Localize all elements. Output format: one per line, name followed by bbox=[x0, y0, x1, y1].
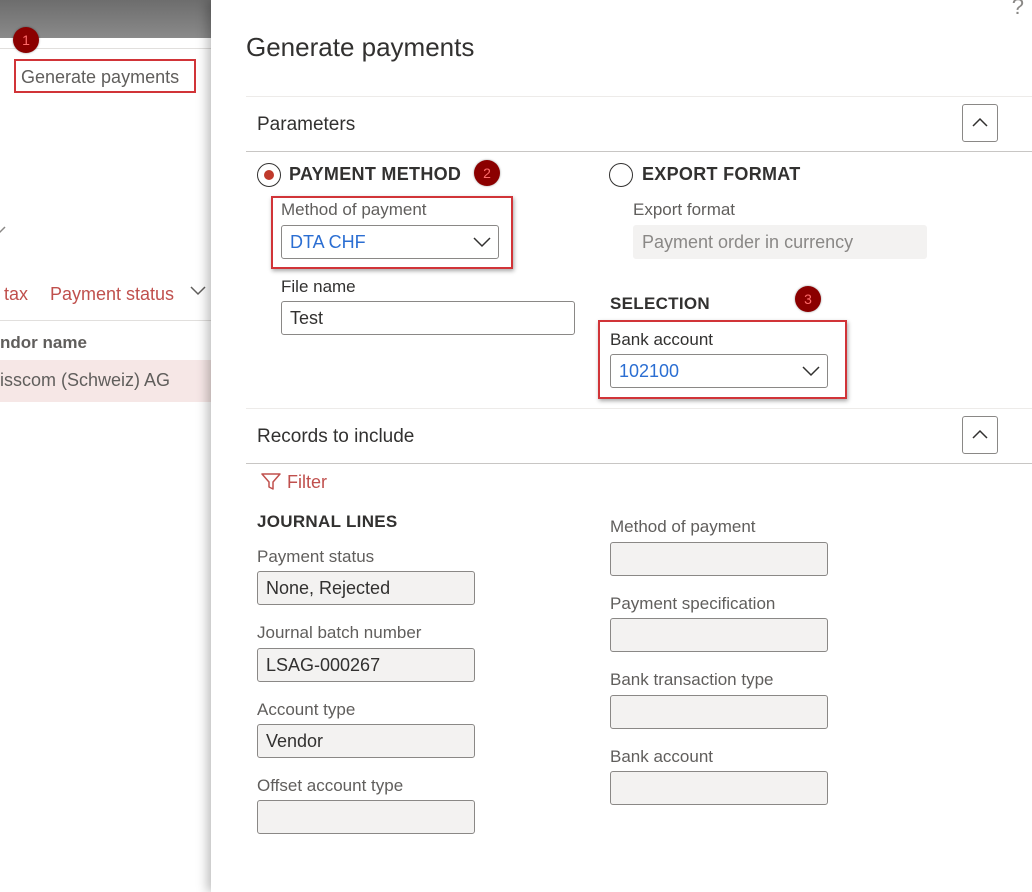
generate-payments-action[interactable]: Generate payments bbox=[14, 59, 196, 93]
column-header-tax[interactable]: tax bbox=[4, 284, 28, 305]
filter-label: Filter bbox=[287, 472, 327, 492]
section-divider bbox=[246, 408, 1032, 409]
filter-icon bbox=[261, 473, 281, 490]
generate-payments-action-label: Generate payments bbox=[21, 67, 180, 87]
step-badge-3: 3 bbox=[795, 286, 821, 312]
records-bank-account-label: Bank account bbox=[610, 747, 714, 766]
chevron-down-icon[interactable] bbox=[190, 280, 206, 301]
bank-transaction-type-field bbox=[610, 695, 828, 729]
selection-heading: SELECTION bbox=[610, 294, 710, 313]
records-bank-account-field bbox=[610, 771, 828, 805]
export-format-option-label: EXPORT FORMAT bbox=[642, 164, 801, 184]
bank-account-dropdown[interactable]: 102100 bbox=[610, 354, 828, 388]
file-name-value: Test bbox=[290, 308, 324, 328]
section-divider bbox=[246, 96, 1032, 97]
column-header-vendor-name[interactable]: ndor name bbox=[0, 333, 87, 353]
journal-batch-number-label: Journal batch number bbox=[257, 623, 422, 642]
section-divider bbox=[246, 463, 1032, 464]
account-type-label: Account type bbox=[257, 700, 356, 719]
generate-payments-panel: ? Generate payments Parameters PAYMENT M… bbox=[211, 0, 1032, 892]
records-method-of-payment-label: Method of payment bbox=[610, 517, 756, 536]
payment-method-option-label: PAYMENT METHOD bbox=[289, 164, 462, 184]
chevron-down-icon bbox=[0, 219, 6, 240]
section-divider bbox=[246, 151, 1032, 152]
journal-batch-number-field: LSAG-000267 bbox=[257, 648, 475, 682]
table-row[interactable]: isscom (Schweiz) AG bbox=[0, 360, 211, 402]
offset-account-type-field bbox=[257, 800, 475, 834]
file-name-input[interactable]: Test bbox=[281, 301, 575, 335]
panel-title: Generate payments bbox=[246, 32, 475, 62]
offset-account-type-label: Offset account type bbox=[257, 776, 404, 795]
column-header-payment-status[interactable]: Payment status bbox=[50, 284, 174, 305]
chevron-down-icon bbox=[473, 237, 491, 248]
payment-specification-field bbox=[610, 618, 828, 652]
vendor-name-cell: isscom (Schweiz) AG bbox=[0, 370, 171, 390]
journal-lines-heading: JOURNAL LINES bbox=[257, 512, 398, 531]
payment-status-value: None, Rejected bbox=[266, 578, 391, 598]
payment-status-label: Payment status bbox=[257, 547, 375, 566]
file-name-label: File name bbox=[281, 277, 356, 296]
help-icon[interactable]: ? bbox=[1012, 0, 1024, 20]
records-section-label: Records to include bbox=[257, 426, 415, 447]
method-of-payment-value: DTA CHF bbox=[290, 232, 366, 252]
parameters-section-header[interactable]: Parameters bbox=[246, 96, 1032, 152]
payment-status-field: None, Rejected bbox=[257, 571, 475, 605]
step-badge-1: 1 bbox=[13, 27, 39, 53]
export-format-label: Export format bbox=[633, 200, 736, 219]
records-section-header[interactable]: Records to include bbox=[246, 408, 1032, 464]
bank-account-label: Bank account bbox=[610, 330, 714, 349]
account-type-value: Vendor bbox=[266, 731, 324, 751]
export-format-radio[interactable] bbox=[609, 163, 633, 187]
export-format-field: Payment order in currency bbox=[633, 225, 927, 259]
bank-account-value: 102100 bbox=[619, 361, 680, 381]
step-badge-2: 2 bbox=[474, 160, 500, 186]
records-method-of-payment-field bbox=[610, 542, 828, 576]
chevron-up-icon bbox=[972, 429, 988, 439]
bank-transaction-type-label: Bank transaction type bbox=[610, 670, 774, 689]
payment-method-radio[interactable] bbox=[257, 163, 281, 187]
payment-specification-label: Payment specification bbox=[610, 594, 776, 613]
collapse-records-button[interactable] bbox=[962, 416, 998, 454]
background-page: Generate payments tax Payment status ndo… bbox=[0, 0, 211, 892]
chevron-down-icon bbox=[802, 366, 820, 377]
chevron-up-icon bbox=[972, 117, 988, 127]
method-of-payment-dropdown[interactable]: DTA CHF bbox=[281, 225, 499, 259]
parameters-section-label: Parameters bbox=[257, 114, 356, 135]
journal-batch-number-value: LSAG-000267 bbox=[266, 655, 381, 675]
background-divider bbox=[0, 320, 211, 321]
export-format-value: Payment order in currency bbox=[642, 232, 854, 252]
collapse-parameters-button[interactable] bbox=[962, 104, 998, 142]
method-of-payment-label: Method of payment bbox=[281, 200, 427, 219]
account-type-field: Vendor bbox=[257, 724, 475, 758]
